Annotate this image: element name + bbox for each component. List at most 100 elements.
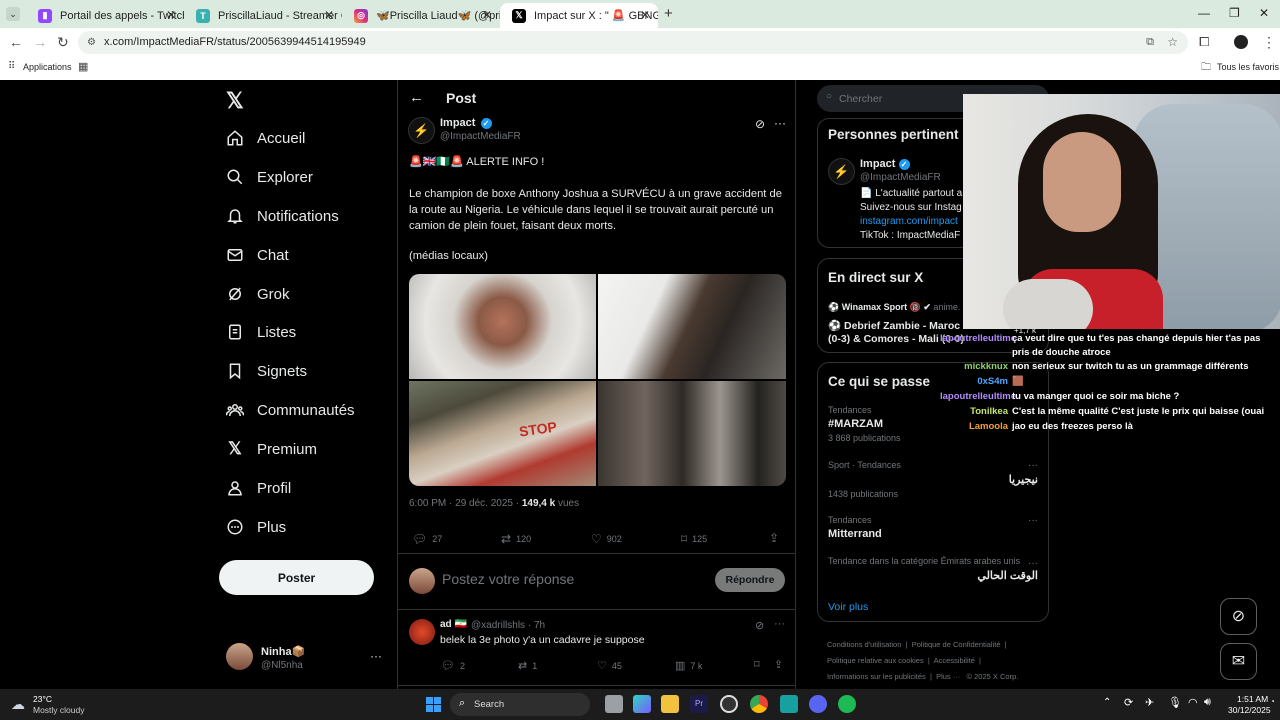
taskbar-search[interactable]: ⌕ Search (450, 693, 590, 716)
post-button[interactable]: Poster (219, 560, 374, 595)
reply-button[interactable]: Répondre (715, 568, 785, 592)
reload-icon[interactable]: ↻ (57, 34, 69, 51)
trend-more-icon[interactable]: ··· (1028, 558, 1038, 569)
tray-overflow-icon[interactable]: ⌃ (1103, 697, 1111, 708)
bookmark-star-icon[interactable]: ☆ (1167, 31, 1178, 54)
profile-avatar[interactable] (1234, 35, 1248, 49)
trend-item[interactable]: Tendances ··· Mitterrand (828, 515, 1040, 543)
live-host[interactable]: ⚽ Winamax Sport 🔞 ✔ anime. (828, 302, 960, 313)
person-name[interactable]: Impact ✓ (860, 158, 910, 170)
nav-premium[interactable]: 𝕏 Premium (226, 437, 317, 461)
views-action[interactable]: ▥ 7 k (675, 659, 702, 672)
install-app-icon[interactable]: ⧉ (1146, 31, 1154, 54)
new-tab-button[interactable]: + (664, 5, 673, 22)
site-info-icon[interactable]: ⚙ (87, 31, 96, 54)
repost-action[interactable]: ⇄ 1 (518, 659, 537, 672)
weather-desc[interactable]: Mostly cloudy (33, 705, 85, 715)
microphone-icon[interactable]: 🎙︎ (1168, 696, 1182, 709)
reply-tweet[interactable]: ad 🇮🇷 @xadrillshls · 7h ⊘ ··· belek la 3… (398, 611, 795, 686)
author-handle[interactable]: @ImpactMediaFR (440, 131, 521, 142)
share-icon[interactable]: ⇪ (769, 531, 779, 545)
restore-icon[interactable]: ❐ (1229, 6, 1240, 20)
clock-date[interactable]: 30/12/2025 (1228, 705, 1271, 715)
footer-accessibility[interactable]: Accessibilité (934, 656, 975, 665)
app-icon[interactable] (780, 695, 798, 713)
more-dots-icon[interactable]: ··· (370, 649, 382, 663)
trend-item[interactable]: Tendance dans la catégorie Émirats arabe… (828, 556, 1040, 584)
author-avatar[interactable]: ⚡ (828, 158, 855, 185)
footer-terms[interactable]: Conditions d'utilisation (827, 640, 901, 649)
back-icon[interactable]: ← (9, 34, 23, 50)
nav-lists[interactable]: Listes (226, 320, 296, 344)
messages-floating-button[interactable]: ✉ (1220, 643, 1257, 680)
discord-icon[interactable] (809, 695, 827, 713)
reply-input[interactable]: Postez votre réponse (442, 571, 692, 587)
obs-icon[interactable] (720, 695, 738, 713)
account-switcher[interactable]: Ninha📦 @Nl5nha ··· (226, 643, 386, 673)
all-bookmarks[interactable]: Tous les favoris (1217, 62, 1279, 72)
repost-action[interactable]: ⇄ 120 (501, 532, 531, 546)
address-bar[interactable]: ⚙ x.com/ImpactMediaFR/status/20056399445… (78, 31, 1188, 54)
tab-streamer-overview[interactable]: T PriscillaLiaud - Streamer Overvi ✕ (184, 3, 342, 28)
nav-explore[interactable]: Explorer (226, 165, 313, 189)
copilot-icon[interactable] (633, 695, 651, 713)
post-more-icon[interactable]: ··· (774, 618, 785, 630)
nav-chat[interactable]: Chat (226, 243, 289, 267)
clock-time[interactable]: 1:51 AM (1237, 694, 1268, 704)
tab-groups-icon[interactable]: ▦ (78, 60, 88, 73)
notification-bell-icon[interactable]: ◔ (1270, 697, 1275, 706)
share-icon[interactable]: ⇪ (774, 658, 783, 671)
weather-temp[interactable]: 23°C (33, 694, 52, 704)
close-icon[interactable]: ✕ (166, 8, 176, 22)
tray-app-icon[interactable]: ⟳ (1124, 696, 1133, 709)
nav-bookmarks[interactable]: Signets (226, 359, 307, 383)
grok-floating-button[interactable]: ⊘ (1220, 598, 1257, 635)
trend-more-icon[interactable]: ··· (1028, 515, 1038, 526)
bookmark-action[interactable]: ⌑ 125 (681, 532, 707, 546)
premiere-icon[interactable]: Pr (690, 695, 708, 713)
like-action[interactable]: ♡ 45 (597, 659, 622, 672)
back-arrow-icon[interactable]: ← (409, 89, 424, 106)
reply-action[interactable]: 💬︎ 27 (412, 532, 442, 546)
bookmark-icon[interactable]: ⌑ (754, 658, 760, 671)
nav-home[interactable]: Accueil (226, 126, 305, 150)
volume-icon[interactable]: 🔊︎ (1204, 696, 1211, 709)
trend-item[interactable]: Sport · Tendances ··· نيجيريا 1438 publi… (828, 460, 1040, 500)
wifi-icon[interactable]: ◠ (1188, 696, 1198, 709)
reply-author-name[interactable]: ad 🇮🇷 (440, 619, 467, 630)
grok-post-icon[interactable]: ⊘ (755, 619, 764, 632)
post-more-icon[interactable]: ··· (774, 116, 786, 130)
footer-ads[interactable]: Informations sur les publicités (827, 672, 926, 681)
footer-privacy[interactable]: Politique de Confidentialité (912, 640, 1001, 649)
spotify-icon[interactable] (838, 695, 856, 713)
author-name[interactable]: Impact ✓ (440, 117, 492, 129)
nav-notifications[interactable]: Notifications (226, 204, 339, 228)
trend-more-icon[interactable]: ··· (1028, 460, 1038, 471)
windows-start-icon[interactable] (426, 697, 441, 712)
author-avatar[interactable]: ⚡ (408, 117, 435, 144)
person-link[interactable]: instagram.com/impact (860, 216, 958, 227)
close-icon[interactable]: ✕ (324, 8, 334, 22)
live-event-line-1[interactable]: ⚽ Debrief Zambie - Maroc (828, 319, 960, 332)
chrome-icon[interactable] (750, 695, 768, 713)
grok-post-icon[interactable]: ⊘ (755, 117, 765, 131)
apps-bookmark[interactable]: Applications (23, 62, 72, 72)
tab-twitch[interactable]: ▮ Portail des appels - Twitch ✕ (26, 3, 184, 28)
apps-grid-icon[interactable]: ⠿ (8, 61, 15, 72)
like-action[interactable]: ♡ 902 (591, 532, 622, 546)
show-more-link[interactable]: Voir plus (828, 601, 868, 613)
close-icon[interactable]: ✕ (482, 8, 492, 22)
footer-cookies[interactable]: Politique relative aux cookies (827, 656, 924, 665)
tray-app-icon[interactable]: ✈ (1145, 696, 1154, 709)
tab-search-button[interactable]: ⌄ (6, 7, 20, 21)
extensions-icon[interactable]: ⧠ (1199, 34, 1209, 50)
media-photo-4[interactable] (598, 381, 786, 486)
window-close-icon[interactable]: ✕ (1259, 6, 1269, 20)
tab-instagram[interactable]: ◎ 🦋Priscilla Liaud🦋 (@priscilla ✕ (342, 3, 500, 28)
nav-grok[interactable]: Grok (226, 282, 290, 306)
close-icon[interactable]: ✕ (640, 8, 650, 22)
reply-action[interactable]: 💬︎ 2 (441, 659, 465, 672)
footer-more[interactable]: Plus ··· (936, 672, 960, 681)
nav-communities[interactable]: Communautés (226, 398, 355, 422)
nav-profile[interactable]: Profil (226, 476, 291, 500)
